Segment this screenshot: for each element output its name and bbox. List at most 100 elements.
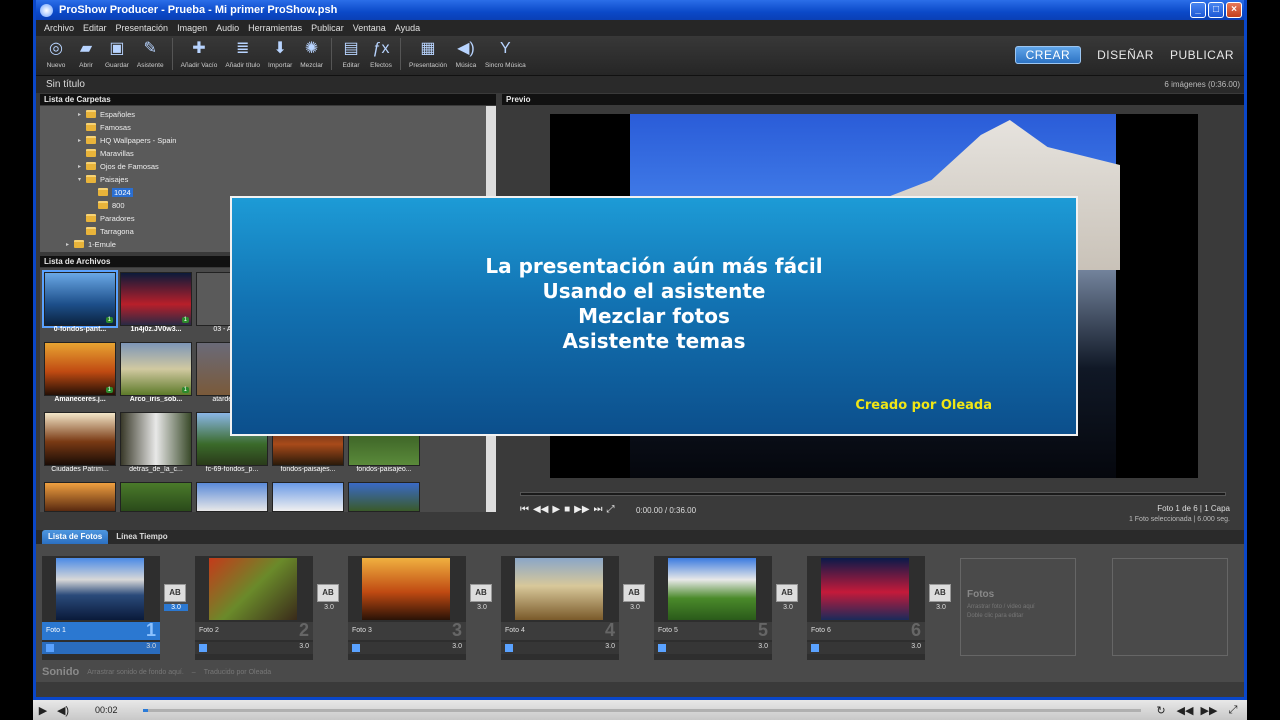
skip-end-icon[interactable]: ⏭ bbox=[594, 504, 603, 515]
play-icon[interactable]: ▶ bbox=[552, 504, 560, 515]
menu-editar[interactable]: Editar bbox=[83, 23, 107, 33]
folder-item[interactable]: Tarragona bbox=[86, 225, 134, 237]
transition-item[interactable]: AB 3.0 bbox=[164, 584, 188, 620]
play-icon[interactable] bbox=[658, 644, 666, 652]
mix-button[interactable]: ✺ Mezclar bbox=[297, 38, 326, 70]
file-thumbnail[interactable]: 1 bbox=[120, 272, 192, 326]
folder-item[interactable]: Maravillas bbox=[86, 147, 134, 159]
folder-item[interactable]: ▸ Ojos de Famosas bbox=[78, 160, 159, 172]
menu-herramientas[interactable]: Herramientas bbox=[248, 23, 302, 33]
file-thumbnail[interactable] bbox=[348, 482, 420, 512]
title-line: Asistente temas bbox=[562, 329, 746, 353]
file-thumbnail[interactable]: 1 bbox=[42, 270, 118, 328]
folder-item[interactable]: ▸ HQ Wallpapers - Spain bbox=[78, 134, 176, 146]
mode-publish-button[interactable]: PUBLICAR bbox=[1170, 48, 1234, 62]
soundtrack-bar[interactable]: Sonido Arrastrar sonido de fondo aquí. –… bbox=[36, 662, 1244, 682]
folder-item[interactable]: Famosas bbox=[86, 121, 131, 133]
menu-publicar[interactable]: Publicar bbox=[311, 23, 344, 33]
play-icon[interactable] bbox=[811, 644, 819, 652]
transition-item[interactable]: AB 3.0 bbox=[929, 584, 953, 620]
proshow-icon bbox=[40, 3, 53, 17]
mode-design-button[interactable]: DISEÑAR bbox=[1097, 48, 1154, 62]
slide-number: 2 bbox=[298, 620, 309, 640]
play-icon[interactable] bbox=[199, 644, 207, 652]
file-thumbnail[interactable]: 1 bbox=[120, 342, 192, 396]
menu-ventana[interactable]: Ventana bbox=[353, 23, 386, 33]
close-button[interactable]: × bbox=[1226, 2, 1242, 18]
menu-ayuda[interactable]: Ayuda bbox=[395, 23, 420, 33]
previous-icon[interactable]: ◀◀ bbox=[1175, 704, 1195, 717]
folder-item[interactable]: Paradores bbox=[86, 212, 135, 224]
folder-item[interactable]: ▸ 1-Emule bbox=[66, 238, 116, 250]
file-label: fondos-paisajeo... bbox=[356, 466, 412, 473]
rewind-icon[interactable]: ◀◀ bbox=[533, 504, 548, 515]
menu-audio[interactable]: Audio bbox=[216, 23, 239, 33]
minimize-button[interactable]: _ bbox=[1190, 2, 1206, 18]
effects-button[interactable]: ƒx Efectos bbox=[367, 38, 395, 70]
open-button[interactable]: ▰ Abrir bbox=[72, 38, 100, 70]
wizard-button[interactable]: ✎ Asistente bbox=[134, 38, 167, 70]
forward-icon[interactable]: ▶▶ bbox=[574, 504, 589, 515]
music-button[interactable]: ◀) Música bbox=[452, 38, 480, 70]
play-icon[interactable] bbox=[505, 644, 513, 652]
slide-item[interactable]: Foto 6 6 3.0 bbox=[807, 556, 925, 660]
slide-item[interactable]: Foto 1 1 3.0 bbox=[42, 556, 160, 660]
tab-photo-list[interactable]: Lista de Fotos bbox=[42, 530, 109, 544]
file-thumbnail[interactable] bbox=[44, 482, 116, 512]
play-icon[interactable] bbox=[46, 644, 54, 652]
file-thumbnail[interactable] bbox=[272, 482, 344, 512]
file-thumbnail[interactable]: 1 bbox=[44, 342, 116, 396]
maximize-button[interactable]: □ bbox=[1208, 2, 1224, 18]
sync-music-button[interactable]: Y Sincro Música bbox=[482, 38, 529, 70]
play-icon[interactable]: ▶ bbox=[33, 704, 53, 717]
title-bar[interactable]: ProShow Producer - Prueba - Mi primer Pr… bbox=[36, 0, 1244, 20]
next-icon[interactable]: ▶▶ bbox=[1199, 704, 1219, 717]
folder-icon bbox=[86, 214, 96, 222]
menu-archivo[interactable]: Archivo bbox=[44, 23, 74, 33]
transition-item[interactable]: AB 3.0 bbox=[470, 584, 494, 620]
skip-start-icon[interactable]: ⏮ bbox=[520, 504, 529, 515]
fullscreen-icon[interactable]: ⤢ bbox=[607, 504, 615, 515]
show-name[interactable]: Sin título bbox=[46, 79, 85, 90]
slide-item[interactable]: Foto 3 3 3.0 bbox=[348, 556, 466, 660]
fullscreen-icon[interactable]: ⤢ bbox=[1223, 704, 1243, 717]
folder-item-selected[interactable]: 1024 bbox=[98, 186, 133, 198]
slide-item[interactable]: Foto 5 5 3.0 bbox=[654, 556, 772, 660]
stop-icon[interactable]: ■ bbox=[564, 504, 570, 515]
slide-number: 4 bbox=[604, 620, 615, 640]
file-thumbnail[interactable] bbox=[120, 482, 192, 512]
add-title-button[interactable]: ≣ Añadir título bbox=[222, 38, 263, 70]
menu-presentacion[interactable]: Presentación bbox=[116, 23, 169, 33]
preview-scrubber[interactable] bbox=[520, 492, 1226, 496]
slide-item[interactable]: Foto 4 4 3.0 bbox=[501, 556, 619, 660]
transition-item[interactable]: AB 3.0 bbox=[776, 584, 800, 620]
folder-item[interactable]: 800 bbox=[98, 199, 125, 211]
toolbar-separator bbox=[171, 38, 173, 70]
save-button[interactable]: ▣ Guardar bbox=[102, 38, 132, 70]
file-thumbnail[interactable] bbox=[44, 412, 116, 466]
folder-item[interactable]: ▾ Paisajes bbox=[78, 173, 128, 185]
tab-timeline[interactable]: Línea Tiempo bbox=[110, 530, 173, 544]
import-button[interactable]: ⬇ Importar bbox=[265, 38, 295, 70]
play-icon[interactable] bbox=[352, 644, 360, 652]
transition-item[interactable]: AB 3.0 bbox=[317, 584, 341, 620]
player-progress[interactable] bbox=[143, 709, 1141, 712]
volume-icon[interactable]: ◀) bbox=[53, 704, 73, 717]
frame-info: Foto 1 de 6 | 1 Capa 1 Foto seleccionada… bbox=[1129, 503, 1230, 525]
empty-slot[interactable] bbox=[1112, 558, 1228, 656]
mode-create-button[interactable]: CREAR bbox=[1014, 46, 1082, 64]
folder-item[interactable]: ▸ Españoles bbox=[78, 108, 135, 120]
file-label: 1n4j0z.JV0w3... bbox=[130, 326, 182, 333]
loop-icon[interactable]: ↻ bbox=[1151, 704, 1171, 717]
file-thumbnail[interactable] bbox=[196, 482, 268, 512]
edit-button[interactable]: ▤ Editar bbox=[337, 38, 365, 70]
file-label: 0-fondos-pant... bbox=[53, 326, 107, 333]
slide-item[interactable]: Foto 2 2 3.0 bbox=[195, 556, 313, 660]
add-blank-button[interactable]: ✚ Añadir Vacío bbox=[178, 38, 221, 70]
file-thumbnail[interactable] bbox=[120, 412, 192, 466]
new-button[interactable]: ◎ Nuevo bbox=[42, 38, 70, 70]
show-button[interactable]: ▦ Presentación bbox=[406, 38, 450, 70]
photo-drop-zone[interactable]: Fotos Arrastrar foto / video aquí Doble … bbox=[960, 558, 1076, 656]
transition-item[interactable]: AB 3.0 bbox=[623, 584, 647, 620]
menu-imagen[interactable]: Imagen bbox=[177, 23, 207, 33]
